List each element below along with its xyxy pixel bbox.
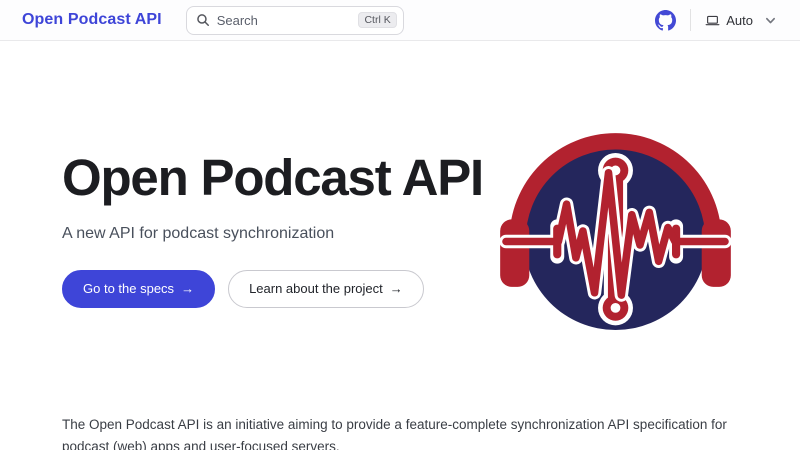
navbar-right: Auto (655, 9, 776, 31)
search-placeholder: Search (217, 13, 359, 28)
hero-title: Open Podcast API (62, 149, 492, 208)
hero-tagline: A new API for podcast synchronization (62, 225, 492, 243)
arrow-right-icon: → (390, 281, 403, 296)
hero-actions: Go to the specs → Learn about the projec… (62, 270, 492, 308)
github-icon[interactable] (655, 10, 676, 31)
theme-label: Auto (726, 13, 753, 28)
search-input[interactable]: Search Ctrl K (186, 6, 404, 35)
learn-about-project-label: Learn about the project (249, 281, 383, 296)
navbar-divider (690, 9, 691, 31)
chevron-down-icon (765, 15, 776, 26)
learn-about-project-button[interactable]: Learn about the project → (228, 270, 424, 308)
search-icon (196, 13, 210, 27)
site-title-link[interactable]: Open Podcast API (22, 11, 162, 29)
arrow-right-icon: → (181, 281, 194, 296)
search-shortcut-badge: Ctrl K (358, 12, 396, 29)
go-to-specs-label: Go to the specs (83, 281, 174, 296)
theme-switcher[interactable]: Auto (705, 13, 776, 28)
hero-logo-image (499, 118, 732, 351)
main-content: Open Podcast API A new API for podcast s… (0, 41, 800, 450)
laptop-icon (705, 13, 720, 28)
go-to-specs-button[interactable]: Go to the specs → (62, 270, 215, 308)
intro-paragraph: The Open Podcast API is an initiative ai… (62, 414, 752, 450)
navbar: Open Podcast API Search Ctrl K Auto (0, 0, 800, 41)
hero-section: Open Podcast API A new API for podcast s… (62, 149, 492, 308)
